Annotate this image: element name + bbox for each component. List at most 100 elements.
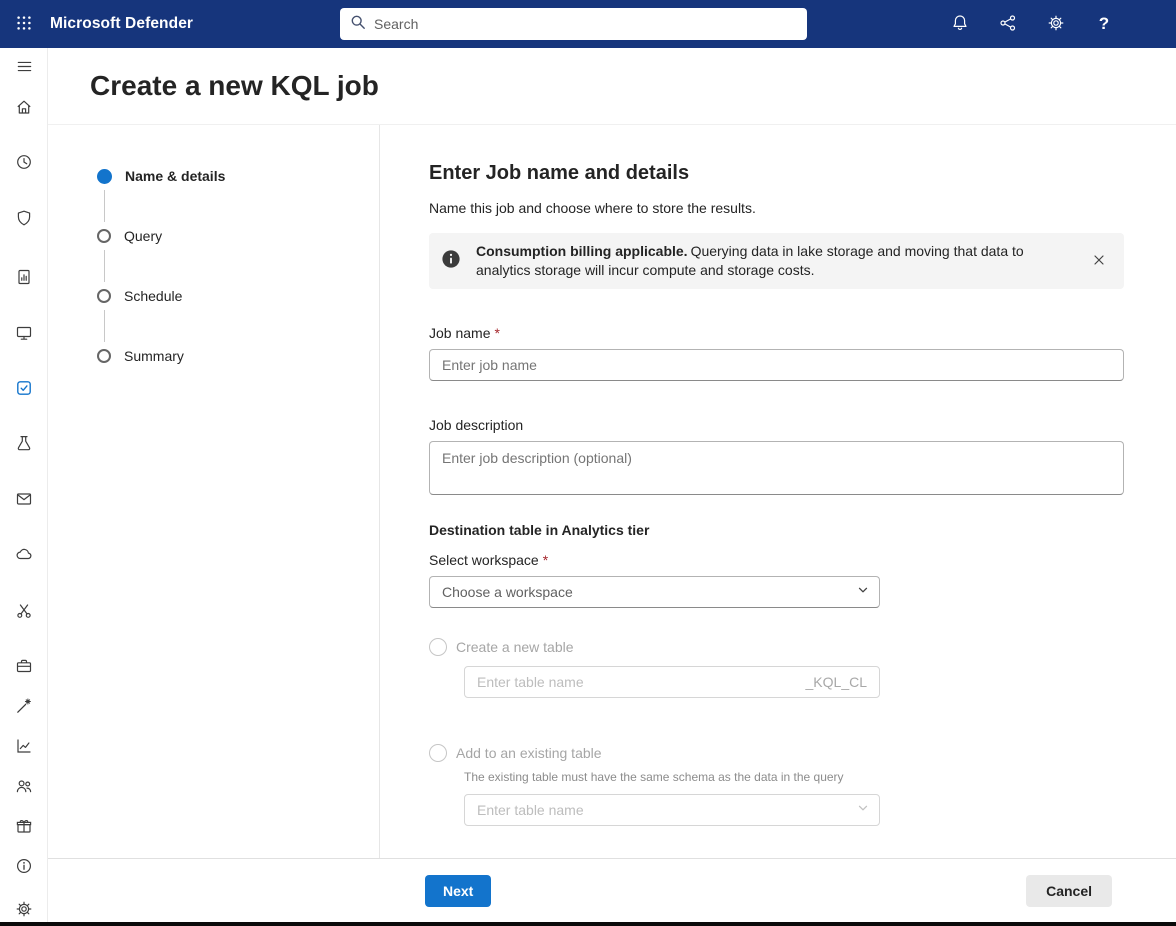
help-button[interactable]: ? [1080,0,1128,48]
wizard-step-query[interactable]: Query [97,226,379,246]
sidebar-item-cloud[interactable] [0,539,48,571]
existing-table-hint: The existing table must have the same sc… [464,770,1124,784]
existing-table-dropdown[interactable] [464,794,880,826]
topbar: Microsoft Defender ? [0,0,1176,48]
sidebar-item-assets[interactable] [0,651,48,683]
settings-button[interactable] [1032,0,1080,48]
page-title: Create a new KQL job [90,70,379,102]
existing-table-option[interactable]: Add to an existing table [429,744,1124,762]
workspace-dropdown[interactable]: Choose a workspace [429,576,880,608]
step-connector [104,310,105,342]
help-icon: ? [1099,14,1109,34]
wizard-step-schedule[interactable]: Schedule [97,286,379,306]
sidebar-item-home[interactable] [0,92,48,124]
sidebar-item-identities[interactable] [0,771,48,803]
search-input[interactable] [374,16,797,32]
window-bottom-edge [0,922,1176,926]
menu-icon [16,58,33,78]
people-icon [15,777,33,798]
close-icon [1092,253,1106,270]
page-header: Create a new KQL job [48,48,1176,125]
clock-icon [15,153,33,174]
beaker-icon [15,434,33,455]
sidebar-item-devices[interactable] [0,318,48,350]
cancel-button[interactable]: Cancel [1026,875,1112,907]
job-name-input[interactable] [429,349,1124,381]
chevron-down-icon [857,801,869,819]
step-indicator [97,289,111,303]
sidebar [0,48,48,922]
sidebar-item-analytics[interactable] [0,731,48,763]
required-asterisk: * [494,325,499,341]
form-heading: Enter Job name and details [429,162,1124,185]
briefcase-icon [15,657,33,678]
create-table-label: Create a new table [456,639,574,655]
job-details-form: Enter Job name and details Name this job… [380,125,1176,858]
new-table-name-input[interactable] [477,674,806,690]
report-icon [15,268,33,289]
scissors-icon [15,602,33,623]
workspace-dropdown-value: Choose a workspace [442,584,857,600]
jobs-icon [15,379,33,400]
required-asterisk: * [543,552,548,568]
new-table-name-field[interactable]: _KQL_CL [464,666,880,698]
sidebar-item-whats-new[interactable] [0,811,48,843]
info-circle-icon [15,857,33,878]
notifications-button[interactable] [936,0,984,48]
wizard-step-summary[interactable]: Summary [97,346,379,366]
monitor-icon [15,324,33,345]
sidebar-item-history[interactable] [0,147,48,179]
home-icon [15,98,33,119]
workspace-label-text: Select workspace [429,552,539,568]
search-box[interactable] [340,8,807,40]
chevron-down-icon [857,583,869,601]
sidebar-item-labs[interactable] [0,428,48,460]
destination-heading: Destination table in Analytics tier [429,522,1124,538]
wizard-content: Name & details Query Schedule Summary En… [48,125,1176,858]
step-connector [104,250,105,282]
step-indicator-filled [97,169,112,184]
info-icon [441,249,461,274]
gear-icon [1047,14,1065,35]
sidebar-item-attack-surface[interactable] [0,596,48,628]
wizard-steps: Name & details Query Schedule Summary [48,125,380,858]
sidebar-collapse-button[interactable] [0,52,48,84]
sidebar-item-email[interactable] [0,484,48,516]
sidebar-item-jobs-active[interactable] [0,373,48,405]
bell-icon [951,14,969,35]
sidebar-item-security[interactable] [0,203,48,235]
form-subheading: Name this job and choose where to store … [429,200,1124,216]
app-title: Microsoft Defender [50,15,193,33]
step-indicator [97,349,111,363]
job-name-label: Job name* [429,325,1124,341]
sidebar-item-info[interactable] [0,851,48,883]
existing-table-input[interactable] [477,802,857,818]
job-name-label-text: Job name [429,325,490,341]
sidebar-item-reports[interactable] [0,262,48,294]
search-icon [350,14,366,35]
topbar-actions: ? [936,0,1176,48]
app-launcher-button[interactable] [0,0,48,48]
waffle-icon [16,15,32,34]
wand-icon [15,697,33,718]
next-button[interactable]: Next [425,875,491,907]
banner-close-button[interactable] [1088,249,1110,274]
create-table-radio[interactable] [429,638,447,656]
sidebar-item-automation[interactable] [0,691,48,723]
chart-icon [15,737,33,758]
info-banner: Consumption billing applicable.Querying … [429,233,1124,289]
cloud-icon [15,545,33,566]
job-description-label: Job description [429,417,1124,433]
existing-table-label: Add to an existing table [456,745,602,761]
gift-icon [15,817,33,838]
wizard-step-name-details[interactable]: Name & details [97,166,379,186]
wizard-footer: Next Cancel [48,858,1176,922]
shield-icon [15,209,33,230]
gear-icon [15,900,33,921]
existing-table-radio[interactable] [429,744,447,762]
job-description-input[interactable] [429,441,1124,495]
step-label: Summary [124,348,184,364]
community-button[interactable] [984,0,1032,48]
step-connector [104,190,105,222]
create-table-option[interactable]: Create a new table [429,638,1124,656]
